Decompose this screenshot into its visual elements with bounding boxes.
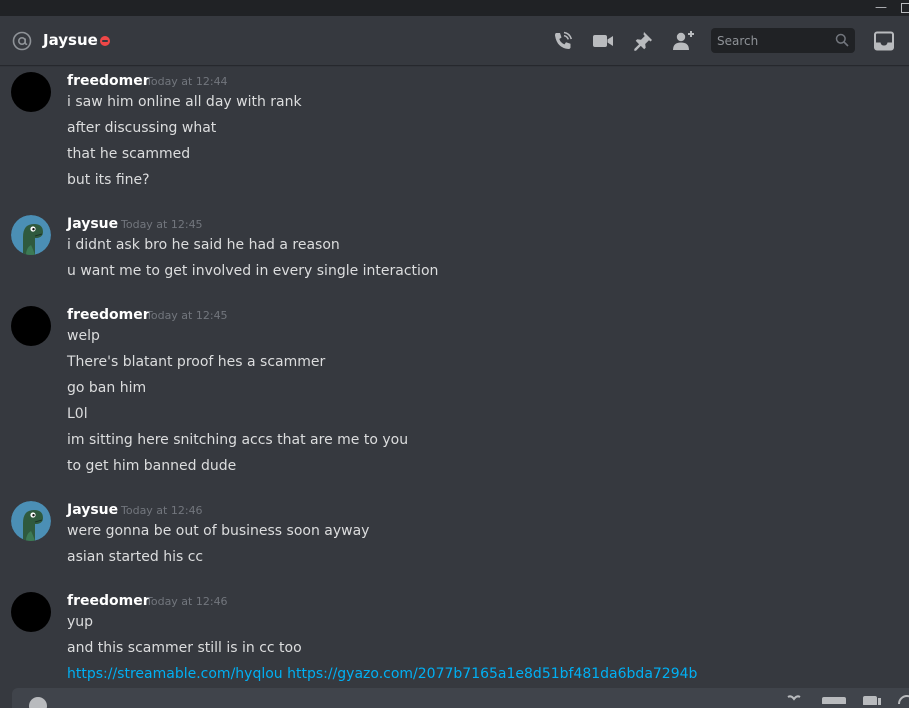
message-text: that he scammed [67,146,191,162]
message-link[interactable]: https://gyazo.com/2077b7165a1e8d51bf481d… [287,666,697,682]
message-text: go ban him [67,380,147,396]
message-author[interactable]: freedomer [67,306,150,324]
minimize-button[interactable]: — [875,1,887,13]
message-author[interactable]: freedomer [67,592,150,610]
message-text: but its fine? [67,172,150,188]
at-icon [12,31,32,51]
pin-icon[interactable] [631,29,655,53]
search-box[interactable] [711,28,855,53]
message-text: yup [67,614,94,630]
search-input[interactable] [711,28,835,53]
avatar[interactable] [11,215,51,255]
sticker-icon[interactable] [862,695,882,705]
upload-icon[interactable] [28,696,48,708]
dinosaur-avatar-icon [11,215,51,255]
message-timestamp: Today at 12:44 [146,75,228,88]
message-text: u want me to get involved in every singl… [67,263,439,279]
message-timestamp: Today at 12:45 [146,309,228,322]
message-timestamp: Today at 12:46 [121,504,203,517]
avatar[interactable] [11,306,51,346]
message-text: after discussing what [67,120,217,136]
add-friend-icon[interactable] [671,29,695,53]
message-text: asian started his cc [67,549,204,565]
message-author[interactable]: Jaysue [67,501,118,519]
message-text: welp [67,328,100,344]
window-titlebar: — [0,0,909,16]
message-text: were gonna be out of business soon ayway [67,523,370,539]
message-text: and this scammer still is in cc too [67,640,302,656]
message-author[interactable]: Jaysue [67,215,118,233]
search-icon[interactable] [835,33,849,47]
message-timestamp: Today at 12:46 [146,595,228,608]
message-text: to get him banned dude [67,458,237,474]
dnd-status-icon [100,36,110,46]
channel-header: Jaysue [0,16,909,65]
inbox-icon[interactable] [872,29,896,53]
message-text: L0l [67,406,88,422]
message-composer[interactable] [12,688,909,708]
message-text: i didnt ask bro he said he had a reason [67,237,340,253]
message-link[interactable]: https://streamable.com/hyqlou [67,666,283,682]
avatar[interactable] [11,592,51,632]
message-timestamp: Today at 12:45 [121,218,203,231]
message-list: freedomer Today at 12:44 i saw him onlin… [0,66,909,688]
message-author[interactable]: freedomer [67,72,150,90]
dm-recipient-name: Jaysue [43,31,98,49]
maximize-button[interactable] [901,3,909,13]
avatar[interactable] [11,501,51,541]
message-text: i saw him online all day with rank [67,94,302,110]
video-icon[interactable] [591,29,615,53]
composer-area [0,688,909,708]
message-links: https://streamable.com/hyqlou https://gy… [67,665,697,683]
call-icon[interactable] [551,29,575,53]
gift-icon[interactable] [786,695,802,705]
avatar[interactable] [11,72,51,112]
message-text: There's blatant proof hes a scammer [67,354,326,370]
message-text: im sitting here snitching accs that are … [67,432,409,448]
dinosaur-avatar-icon [11,501,51,541]
